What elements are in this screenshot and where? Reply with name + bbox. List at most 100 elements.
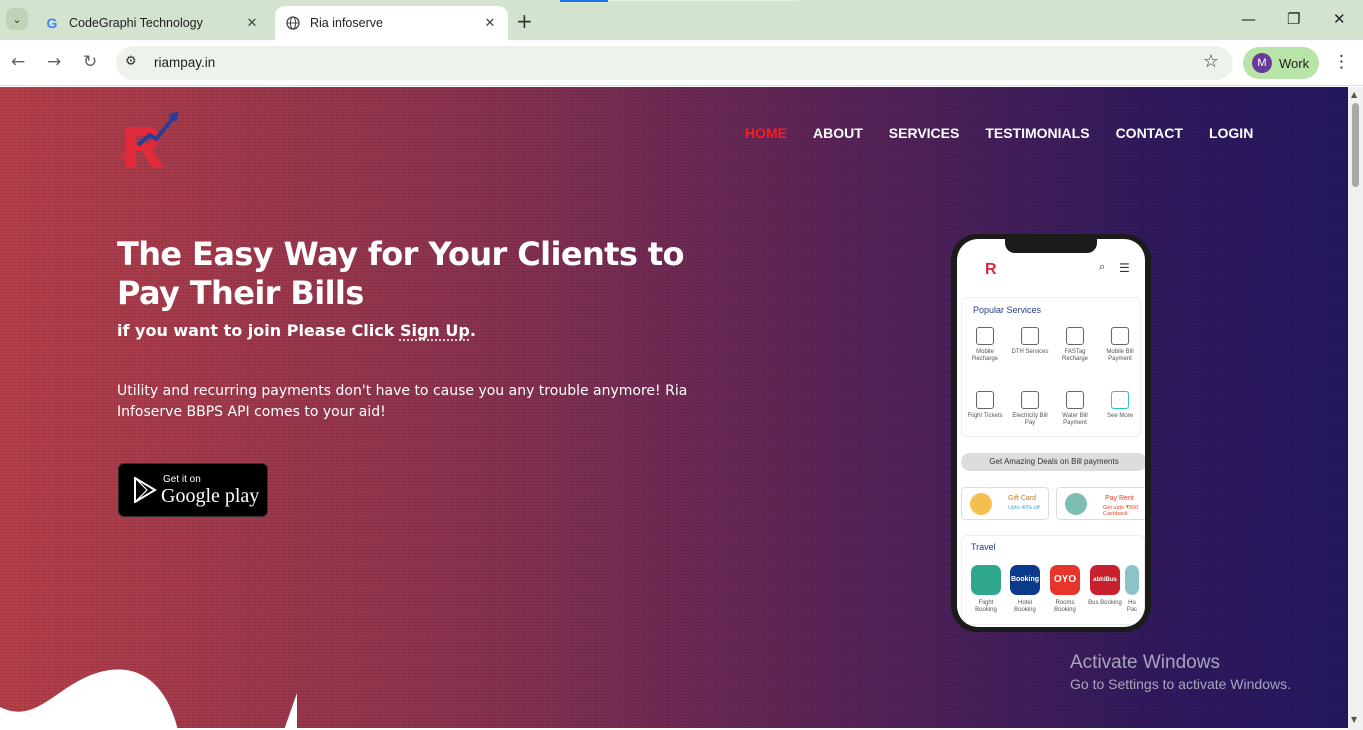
phone-screen: R ⌕ ☰ Popular Services Mobile Recharge D… — [957, 239, 1145, 627]
signup-link[interactable]: Sign Up — [400, 321, 470, 340]
tab-title: Ria infoserve — [310, 16, 383, 30]
service-mobile-recharge: Mobile Recharge — [965, 327, 1005, 363]
tab-strip: ⌄ G CodeGraphi Technology ✕ Ria infoserv… — [0, 0, 1363, 40]
back-icon[interactable]: ← — [11, 52, 25, 72]
hero-section: HOME ABOUT SERVICES TESTIMONIALS CONTACT… — [0, 87, 1348, 730]
service-see-more: See More — [1100, 391, 1140, 420]
loading-indicator — [560, 0, 608, 2]
promo-subtitle: Upto 40% off — [1008, 505, 1040, 511]
browser-menu-icon[interactable]: ⋮ — [1333, 52, 1350, 72]
nav-services[interactable]: SERVICES — [889, 125, 960, 141]
loading-track — [608, 0, 798, 1]
minimize-icon[interactable]: — — [1241, 10, 1256, 28]
store-big-text: Google play — [161, 485, 260, 507]
hero-description: Utility and recurring payments don't hav… — [117, 383, 688, 420]
main-nav: HOME ABOUT SERVICES TESTIMONIALS CONTACT… — [745, 125, 1253, 141]
service-electricity: Electricity Bill Pay — [1010, 391, 1050, 427]
service-fastag: FASTag Recharge — [1055, 327, 1095, 363]
play-store-icon — [134, 477, 157, 503]
google-icon: G — [46, 15, 58, 31]
deal-banner: Get Amazing Deals on Bill payments — [961, 453, 1145, 471]
close-tab-icon[interactable]: ✕ — [482, 15, 498, 31]
site-logo[interactable] — [116, 109, 186, 171]
booking-logo: Booking — [1010, 565, 1040, 595]
promo-title: Gift Card — [1008, 495, 1037, 502]
service-flight-tickets: Flight Tickets — [965, 391, 1005, 420]
electricity-icon — [1021, 391, 1039, 409]
scroll-up-icon[interactable]: ▲ — [1351, 90, 1357, 99]
travel-hotel: Booking Hotel Booking — [1007, 565, 1043, 614]
tab-ria-infoserve[interactable]: Ria infoserve ✕ — [275, 6, 508, 40]
page-scrollbar[interactable]: ▲ ▼ — [1348, 87, 1363, 730]
service-water-bill: Water Bill Payment — [1055, 391, 1095, 427]
hamburger-icon: ☰ — [1119, 261, 1130, 275]
nav-contact[interactable]: CONTACT — [1116, 125, 1183, 141]
nav-login[interactable]: LOGIN — [1209, 125, 1253, 141]
promo-gift-card: Gift Card Upto 40% off — [961, 487, 1049, 520]
promo-pay-rent: Pay Rent Get upto ₹500 Cashback — [1056, 487, 1145, 520]
oyo-logo: OYO — [1050, 565, 1080, 595]
scroll-down-icon[interactable]: ▼ — [1351, 715, 1357, 724]
bookmark-star-icon[interactable]: ☆ — [1203, 51, 1219, 72]
nav-about[interactable]: ABOUT — [813, 125, 863, 141]
popular-services-title: Popular Services — [973, 305, 1042, 315]
phone-header: R ⌕ ☰ — [957, 253, 1145, 293]
phone-mockup: R ⌕ ☰ Popular Services Mobile Recharge D… — [951, 234, 1151, 632]
decorative-wave — [0, 669, 297, 730]
service-mobile-bill: Mobile Bill Payment — [1100, 327, 1140, 363]
page-viewport: HOME ABOUT SERVICES TESTIMONIALS CONTACT… — [0, 87, 1363, 730]
satellite-icon — [1021, 327, 1039, 345]
google-play-button[interactable]: Get it on Google play — [118, 463, 268, 517]
phone-notch — [1005, 239, 1097, 253]
windows-watermark: Activate Windows Go to Settings to activ… — [1070, 652, 1291, 692]
avatar: M — [1252, 53, 1272, 73]
fastag-icon — [1066, 327, 1084, 345]
promo-title: Pay Rent — [1105, 495, 1134, 502]
mobile-icon — [976, 327, 994, 345]
hero-subtext: if you want to join Please Click Sign Up… — [117, 321, 476, 340]
travel-bus: abhiBus Bus Booking — [1087, 565, 1123, 607]
search-icon: ⌕ — [1099, 261, 1106, 273]
bill-icon — [1111, 327, 1129, 345]
tab-title: CodeGraphi Technology — [69, 16, 203, 30]
holiday-icon — [1125, 565, 1139, 595]
tab-codegraphi[interactable]: G CodeGraphi Technology ✕ — [34, 6, 270, 40]
service-dth: DTH Services — [1010, 327, 1050, 356]
globe-icon — [285, 15, 301, 31]
forward-icon[interactable]: → — [47, 52, 61, 72]
travel-rooms: OYO Rooms Booking — [1047, 565, 1083, 614]
url-text[interactable]: riampay.in — [154, 55, 215, 70]
travel-flight: Flight Booking — [968, 565, 1004, 614]
travel-title: Travel — [971, 542, 996, 552]
address-bar[interactable]: ⚙ riampay.in ☆ — [116, 46, 1233, 80]
restore-icon[interactable]: ❐ — [1287, 10, 1300, 28]
nav-home[interactable]: HOME — [745, 125, 787, 141]
close-window-icon[interactable]: ✕ — [1333, 10, 1346, 28]
watermark-subtitle: Go to Settings to activate Windows. — [1070, 676, 1291, 692]
grid-plus-icon — [1111, 391, 1129, 409]
scroll-thumb[interactable] — [1352, 103, 1359, 187]
site-settings-icon[interactable]: ⚙ — [125, 54, 137, 69]
new-tab-icon[interactable]: + — [516, 9, 533, 33]
hero-headline: The Easy Way for Your Clients to Pay The… — [117, 235, 685, 312]
close-tab-icon[interactable]: ✕ — [244, 15, 260, 31]
store-small-text: Get it on — [163, 474, 201, 485]
watermark-title: Activate Windows — [1070, 652, 1220, 673]
abhibus-logo: abhiBus — [1090, 565, 1120, 595]
subtext-suffix: . — [469, 321, 476, 340]
profile-label: Work — [1279, 55, 1310, 71]
promo-subtitle: Get upto ₹500 Cashback — [1103, 505, 1139, 517]
ticket-icon — [976, 391, 994, 409]
browser-toolbar: ← → ↻ ⚙ riampay.in ☆ M Work ⋮ — [0, 40, 1363, 86]
nav-testimonials[interactable]: TESTIMONIALS — [985, 125, 1089, 141]
travel-holiday: Ho Pac — [1124, 565, 1140, 614]
tab-search-icon[interactable]: ⌄ — [6, 8, 28, 30]
flight-icon — [971, 565, 1001, 595]
phone-logo: R — [985, 261, 997, 278]
gift-card-icon — [970, 493, 992, 515]
water-tap-icon — [1066, 391, 1084, 409]
rent-icon — [1065, 493, 1087, 515]
reload-icon[interactable]: ↻ — [83, 52, 97, 72]
subtext-prefix: if you want to join Please Click — [117, 321, 400, 340]
profile-button[interactable]: M Work — [1243, 47, 1319, 79]
